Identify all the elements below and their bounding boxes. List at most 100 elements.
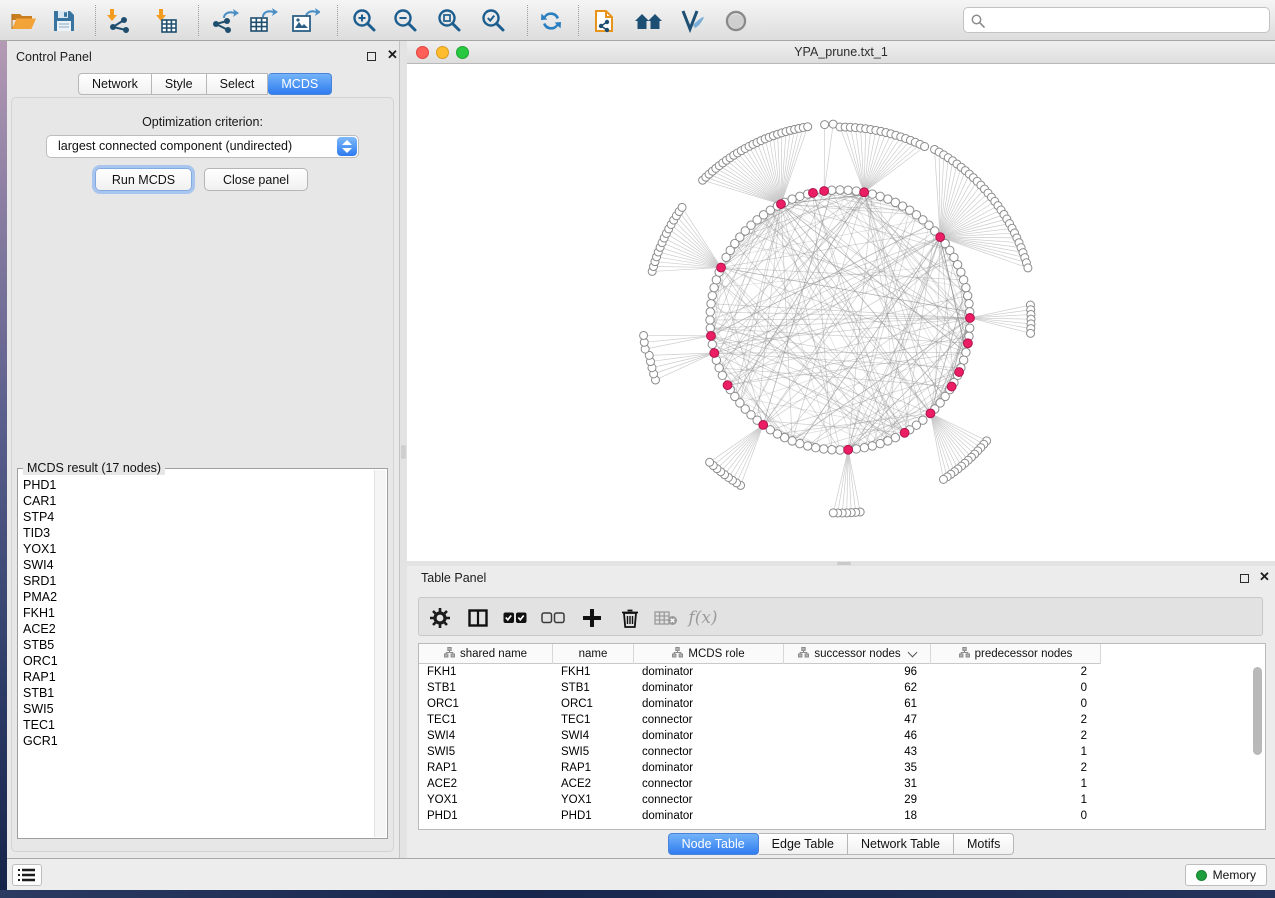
cell-succ[interactable]: 47 (784, 712, 931, 728)
scrollbar-handle[interactable] (1253, 667, 1262, 755)
ring-node[interactable] (962, 348, 970, 356)
tab-node-table[interactable]: Node Table (668, 833, 759, 855)
hub-node[interactable] (809, 188, 818, 197)
cell-pred[interactable]: 1 (931, 792, 1101, 808)
mcds-result-item[interactable]: GCR1 (23, 733, 373, 749)
optimization-criterion-select[interactable]: largest connected component (undirected) (46, 135, 359, 158)
vertical-splitter[interactable] (399, 41, 407, 858)
ring-node[interactable] (868, 442, 876, 450)
settings-gear-icon[interactable] (428, 606, 452, 630)
column-header-successor-nodes[interactable]: successor nodes (784, 644, 931, 664)
edge[interactable] (940, 228, 1012, 237)
edge[interactable] (732, 425, 763, 480)
cell-succ[interactable]: 35 (784, 760, 931, 776)
zoom-fit-icon[interactable] (431, 4, 469, 37)
ring-node[interactable] (876, 439, 884, 447)
task-history-button[interactable] (12, 864, 42, 886)
edge[interactable] (674, 220, 721, 267)
leaf-node[interactable] (804, 123, 812, 131)
close-panel-button[interactable]: Close panel (204, 168, 308, 191)
float-window-icon[interactable] (367, 52, 376, 61)
zoom-out-icon[interactable] (387, 4, 425, 37)
leaf-node[interactable] (821, 121, 829, 129)
cell-shared_name[interactable]: YOX1 (419, 792, 553, 808)
ring-node[interactable] (966, 324, 974, 332)
ring-node[interactable] (962, 283, 970, 291)
close-panel-icon[interactable]: ✕ (1259, 569, 1270, 585)
edge[interactable] (940, 214, 1004, 237)
cell-shared_name[interactable]: RAP1 (419, 760, 553, 776)
column-header-shared-name[interactable]: shared name (419, 644, 553, 664)
show-hide-eye-icon[interactable] (717, 4, 755, 37)
mcds-result-item[interactable]: SWI5 (23, 701, 373, 717)
cell-name[interactable]: TEC1 (553, 712, 634, 728)
tab-mcds[interactable]: MCDS (268, 73, 332, 95)
close-panel-icon[interactable]: ✕ (387, 47, 398, 63)
mcds-result-item[interactable]: SRD1 (23, 573, 373, 589)
hub-node[interactable] (860, 188, 869, 197)
search-input[interactable] (990, 9, 1263, 31)
column-header-name[interactable]: name (553, 644, 634, 664)
hub-node[interactable] (717, 263, 726, 272)
hub-node[interactable] (964, 339, 973, 348)
zoom-in-icon[interactable] (346, 4, 384, 37)
table-row[interactable]: ORC1ORC1dominator610 (419, 696, 1252, 712)
edge[interactable] (669, 229, 721, 268)
edge[interactable] (864, 142, 915, 192)
edge[interactable] (930, 413, 968, 460)
cell-shared_name[interactable]: FKH1 (419, 664, 553, 680)
ring-node[interactable] (844, 186, 852, 194)
cell-name[interactable]: SWI4 (553, 728, 634, 744)
cell-pred[interactable]: 2 (931, 664, 1101, 680)
edge[interactable] (682, 207, 721, 267)
ring-node[interactable] (788, 195, 796, 203)
edge[interactable] (833, 450, 848, 513)
ring-node[interactable] (965, 300, 973, 308)
ring-node[interactable] (884, 437, 892, 445)
hub-node[interactable] (966, 314, 975, 323)
export-network-icon[interactable] (206, 4, 244, 37)
splitter-grip[interactable] (401, 445, 406, 459)
float-window-icon[interactable] (1240, 574, 1249, 583)
edge[interactable] (652, 268, 721, 272)
ring-node[interactable] (796, 192, 804, 200)
cell-pred[interactable]: 0 (931, 696, 1101, 712)
mcds-result-item[interactable]: CAR1 (23, 493, 373, 509)
ring-node[interactable] (706, 316, 714, 324)
ring-node[interactable] (836, 186, 844, 194)
select-all-icon[interactable] (503, 606, 527, 630)
edge[interactable] (645, 336, 711, 349)
tab-network[interactable]: Network (78, 73, 152, 95)
hub-node[interactable] (777, 200, 786, 209)
tab-style[interactable]: Style (152, 73, 207, 95)
cell-role[interactable]: dominator (634, 760, 784, 776)
ring-node[interactable] (707, 300, 715, 308)
edge[interactable] (666, 233, 721, 267)
edge[interactable] (679, 212, 721, 268)
ring-node[interactable] (710, 283, 718, 291)
tab-select[interactable]: Select (207, 73, 269, 95)
ring-node[interactable] (959, 356, 967, 364)
leaf-node[interactable] (829, 509, 837, 517)
table-row[interactable]: SWI5SWI5connector431 (419, 744, 1252, 760)
cell-succ[interactable]: 43 (784, 744, 931, 760)
refresh-icon[interactable] (532, 4, 570, 37)
show-columns-icon[interactable] (466, 606, 490, 630)
edge[interactable] (855, 128, 864, 193)
hub-node[interactable] (926, 409, 935, 418)
mcds-result-item[interactable]: PHD1 (23, 477, 373, 493)
ring-node[interactable] (708, 291, 716, 299)
cell-pred[interactable]: 0 (931, 680, 1101, 696)
ring-node[interactable] (796, 439, 804, 447)
network-window-titlebar[interactable]: YPA_prune.txt_1 (407, 41, 1275, 64)
leaf-node[interactable] (939, 475, 947, 483)
home-networks-icon[interactable] (630, 4, 668, 37)
table-row[interactable]: RAP1RAP1dominator352 (419, 760, 1252, 776)
cell-shared_name[interactable]: PHD1 (419, 808, 553, 824)
cell-succ[interactable]: 18 (784, 808, 931, 824)
mcds-result-item[interactable]: ORC1 (23, 653, 373, 669)
share-document-icon[interactable] (586, 4, 624, 37)
table-row[interactable]: SWI4SWI4dominator462 (419, 728, 1252, 744)
mcds-result-item[interactable]: STP4 (23, 509, 373, 525)
edge[interactable] (721, 425, 764, 472)
